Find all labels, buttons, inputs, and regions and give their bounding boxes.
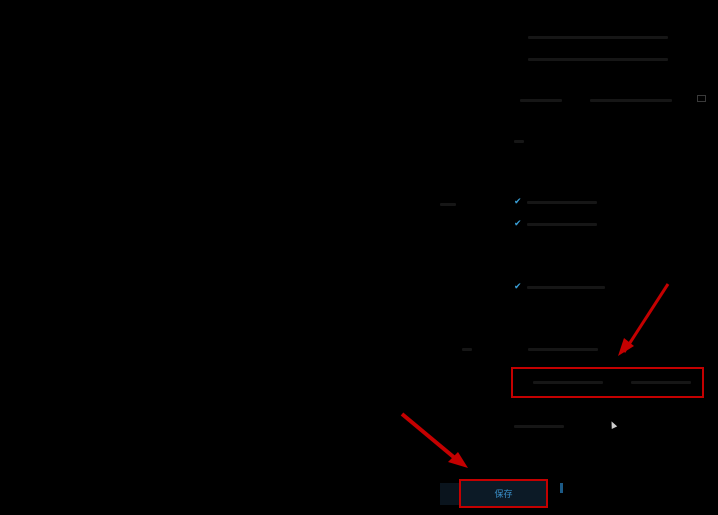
button-bar-right	[560, 483, 563, 493]
checkbox-label-1	[527, 201, 597, 204]
checkbox-row-2[interactable]: ✔	[514, 220, 597, 229]
group-1-label	[440, 203, 456, 206]
highlighted-option-right	[631, 381, 691, 384]
checkbox-label-3	[527, 286, 605, 289]
option-short	[514, 140, 524, 143]
checkbox-row-3[interactable]: ✔	[514, 283, 605, 292]
info-line-1	[528, 36, 668, 39]
path-label	[520, 99, 562, 102]
checkbox-label-2	[527, 223, 597, 226]
save-button[interactable]: 保存	[459, 479, 548, 508]
checkbox-row-1[interactable]: ✔	[514, 198, 597, 207]
option-row	[528, 348, 598, 351]
browse-folder-button[interactable]	[697, 95, 706, 102]
folder-icon	[697, 95, 706, 102]
path-input[interactable]	[590, 99, 672, 102]
highlighted-option-box[interactable]	[511, 367, 704, 398]
group-3-label	[462, 348, 472, 351]
checkmark-icon[interactable]: ✔	[514, 220, 522, 229]
checkmark-icon[interactable]: ✔	[514, 198, 522, 207]
settings-window: ✔ ✔ ✔ 保存	[0, 0, 718, 515]
checkmark-icon[interactable]: ✔	[514, 283, 522, 292]
cursor-icon	[608, 420, 618, 429]
annotation-arrow-upper	[618, 283, 670, 356]
footer-text	[514, 425, 564, 428]
info-line-2	[528, 58, 668, 61]
annotation-arrow-lower	[400, 412, 468, 468]
button-bar-left	[440, 483, 460, 505]
highlighted-option-left	[533, 381, 603, 384]
